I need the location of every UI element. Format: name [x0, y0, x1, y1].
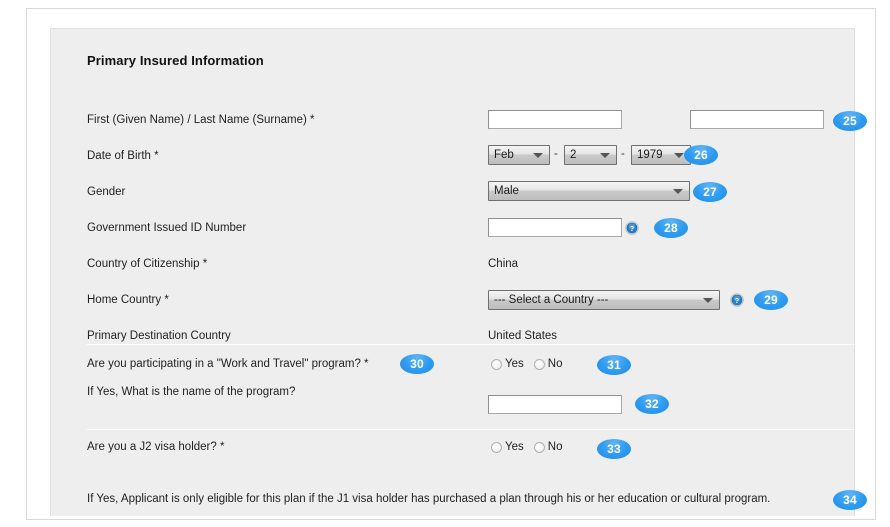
badge-31: 31 [597, 355, 631, 375]
badge-33: 33 [597, 439, 631, 459]
dob-month-select[interactable]: Feb [488, 145, 550, 165]
label-work-and-travel-question: Are you participating in a "Work and Tra… [87, 358, 369, 370]
radio-label-no: No [547, 358, 563, 370]
page-root: Primary Insured Information First (Given… [0, 0, 890, 527]
badge-29: 29 [754, 290, 788, 310]
help-icon[interactable]: ? [730, 293, 744, 307]
section-divider [87, 429, 855, 430]
badge-34: 34 [833, 490, 867, 510]
badge-30: 30 [400, 354, 434, 374]
badge-26: 26 [684, 145, 718, 165]
badge-32: 32 [635, 394, 669, 414]
radio-icon [533, 358, 545, 370]
svg-text:?: ? [630, 226, 634, 233]
home-country-select[interactable]: --- Select a Country --- [488, 290, 720, 310]
dob-separator-1: - [554, 148, 558, 160]
dob-year-value: 1979 [637, 149, 663, 161]
dob-year-select[interactable]: 1979 [631, 145, 691, 165]
gender-value: Male [494, 185, 519, 197]
home-country-value: --- Select a Country --- [494, 294, 609, 306]
label-j2-visa-question: Are you a J2 visa holder? * [87, 441, 225, 453]
country-of-citizenship-value: China [488, 258, 519, 270]
label-full-name: First (Given Name) / Last Name (Surname)… [87, 114, 315, 126]
dob-separator-2: - [621, 148, 625, 160]
j2-visa-radio-group[interactable]: Yes No [491, 441, 572, 453]
work-and-travel-radio-yes[interactable]: Yes [491, 358, 524, 370]
program-name-input[interactable] [488, 395, 622, 414]
j2-visa-radio-yes[interactable]: Yes [491, 441, 524, 453]
badge-25: 25 [833, 111, 867, 131]
label-country-of-citizenship: Country of Citizenship * [87, 258, 208, 270]
label-date-of-birth: Date of Birth * [87, 150, 159, 162]
dob-month-value: Feb [494, 149, 514, 161]
help-icon[interactable]: ? [625, 221, 639, 235]
work-and-travel-radio-group[interactable]: Yes No [491, 358, 572, 370]
primary-insured-form-panel: Primary Insured Information First (Given… [50, 28, 867, 516]
gender-select[interactable]: Male [488, 181, 690, 201]
dob-day-value: 2 [570, 149, 577, 161]
radio-icon [491, 358, 502, 370]
radio-icon [533, 441, 545, 453]
government-id-input[interactable] [488, 218, 622, 237]
badge-27: 27 [693, 182, 727, 202]
work-and-travel-radio-no[interactable]: No [533, 358, 563, 370]
chevron-down-icon [674, 153, 684, 158]
chevron-down-icon [673, 189, 683, 194]
chevron-down-icon [600, 153, 610, 158]
j2-visa-radio-no[interactable]: No [533, 441, 563, 453]
j2-visa-eligibility-note: If Yes, Applicant is only eligible for t… [87, 493, 771, 505]
primary-destination-country-value: United States [488, 330, 558, 342]
radio-icon [491, 441, 502, 453]
dob-day-select[interactable]: 2 [564, 145, 617, 165]
label-home-country: Home Country * [87, 294, 169, 306]
chevron-down-icon [533, 153, 543, 158]
page-title: Primary Insured Information [87, 53, 264, 68]
radio-label-yes: Yes [505, 358, 524, 370]
section-divider [87, 344, 855, 345]
label-program-name: If Yes, What is the name of the program? [87, 386, 296, 398]
outer-card: Primary Insured Information First (Given… [26, 8, 876, 520]
label-government-id: Government Issued ID Number [87, 222, 247, 234]
last-name-input[interactable] [690, 110, 824, 129]
svg-text:?: ? [735, 298, 739, 305]
first-name-input[interactable] [488, 110, 622, 129]
radio-label-yes: Yes [505, 441, 524, 453]
label-gender: Gender [87, 186, 126, 198]
radio-label-no: No [547, 441, 563, 453]
chevron-down-icon [703, 298, 713, 303]
label-primary-destination-country: Primary Destination Country [87, 330, 231, 342]
badge-28: 28 [654, 218, 688, 238]
